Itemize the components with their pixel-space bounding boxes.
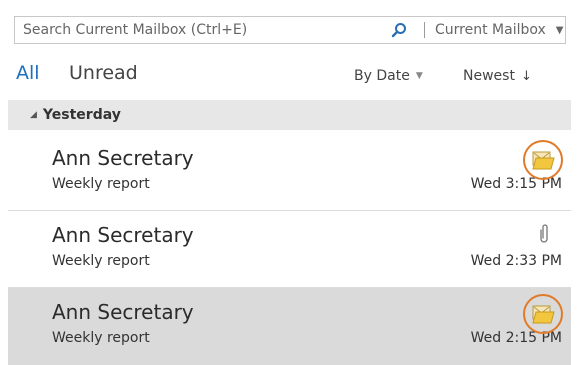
search-input[interactable] (15, 17, 386, 43)
message-sender: Ann Secretary (52, 146, 194, 170)
collapse-triangle-icon[interactable]: ◢ (30, 110, 37, 120)
sort-order-label: Newest (463, 68, 515, 84)
message-item-selected[interactable]: Ann Secretary Weekly report Wed 2:15 PM (8, 288, 571, 365)
message-subject: Weekly report (52, 253, 150, 269)
shared-folder-icon (523, 294, 563, 334)
sort-order-toggle[interactable]: Newest ↓ (463, 68, 532, 84)
message-subject: Weekly report (52, 176, 150, 192)
caret-down-icon: ▼ (415, 71, 423, 81)
search-bar: Current Mailbox ▼ (14, 16, 566, 44)
group-header-yesterday[interactable]: ◢ Yesterday (8, 100, 571, 130)
search-separator (424, 22, 425, 38)
message-item[interactable]: Ann Secretary Weekly report Wed 3:15 PM (8, 134, 571, 211)
search-scope-label[interactable]: Current Mailbox (435, 22, 546, 38)
paperclip-icon (538, 223, 550, 245)
message-item[interactable]: Ann Secretary Weekly report Wed 2:33 PM (8, 211, 571, 288)
message-sender: Ann Secretary (52, 300, 194, 324)
chevron-down-icon[interactable]: ▼ (556, 25, 564, 36)
filter-row: All Unread By Date ▼ Newest ↓ (16, 62, 566, 90)
message-subject: Weekly report (52, 330, 150, 346)
sort-by-dropdown[interactable]: By Date ▼ (354, 68, 423, 84)
group-label: Yesterday (42, 107, 121, 123)
tab-unread[interactable]: Unread (69, 62, 138, 84)
shared-folder-icon (523, 140, 563, 180)
arrow-down-icon: ↓ (520, 69, 532, 84)
tab-all[interactable]: All (16, 62, 40, 84)
message-sender: Ann Secretary (52, 223, 194, 247)
message-time: Wed 2:33 PM (470, 253, 562, 269)
search-icon[interactable] (388, 19, 410, 41)
sort-by-label: By Date (354, 68, 410, 84)
